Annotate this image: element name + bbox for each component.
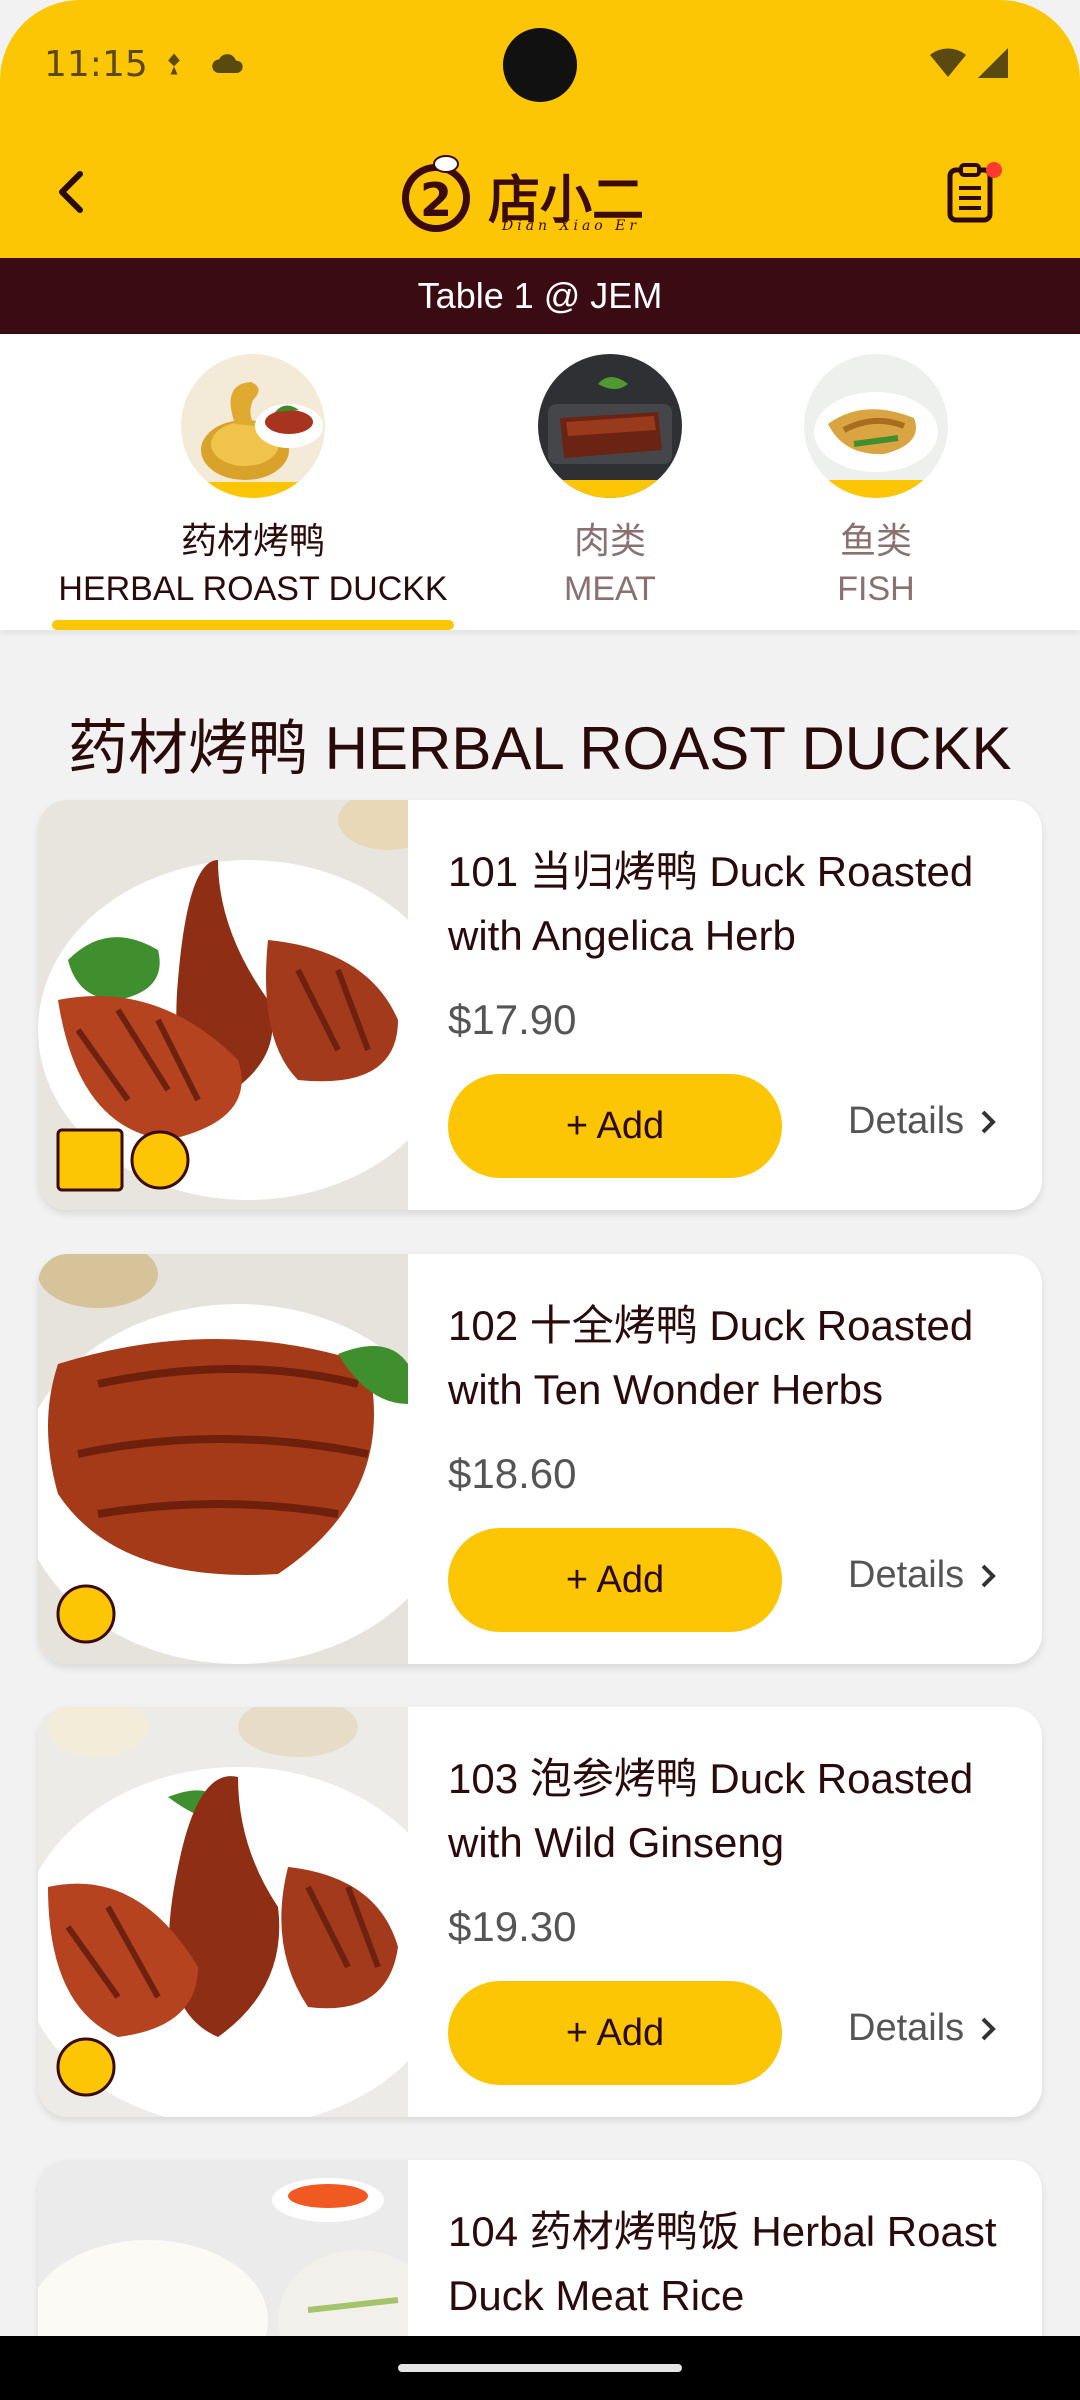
order-badge-dot <box>986 162 1002 178</box>
active-tab-indicator <box>52 620 454 630</box>
add-button[interactable]: + Add <box>448 1981 782 2085</box>
item-title: 101 当归烤鸭 Duck Roasted with Angelica Herb <box>448 848 974 959</box>
tab-herbal-roast-duck[interactable]: 药材烤鸭 HERBAL ROAST DUCKK <box>52 354 454 609</box>
dish-image <box>38 1707 408 2117</box>
signal-icon <box>978 48 1008 78</box>
menu-item-card[interactable]: 103 泡参烤鸭 Duck Roasted with Wild Ginseng … <box>38 1707 1042 2117</box>
cloud-icon <box>212 54 243 73</box>
logo-pinyin: Dian Xiao Er <box>502 218 641 234</box>
svg-text:2: 2 <box>420 173 452 227</box>
details-label: Details <box>848 1100 965 1142</box>
tab-label-en: HERBAL ROAST DUCKK <box>58 570 448 608</box>
tab-meat[interactable]: 肉类 MEAT <box>510 354 710 609</box>
item-price: $18.60 <box>448 1450 577 1497</box>
app-header: 11:15 2 店小二 Dian Xiao Er <box>0 0 1080 258</box>
status-time: 11:15 <box>44 44 148 85</box>
tab-label-cn: 肉类 <box>573 521 646 562</box>
category-image <box>538 354 682 498</box>
details-link[interactable]: Details <box>848 1554 998 1597</box>
item-title: 103 泡参烤鸭 Duck Roasted with Wild Ginseng <box>448 1755 974 1866</box>
chevron-right-icon <box>981 1564 996 1587</box>
item-title: 104 药材烤鸭饭 Herbal Roast Duck Meat Rice <box>448 2208 997 2319</box>
logo-mark-icon: 2 <box>402 155 470 232</box>
wifi-icon <box>930 48 966 77</box>
system-icons <box>928 46 1010 80</box>
tab-label-cn: 鱼类 <box>839 521 912 562</box>
item-title: 102 十全烤鸭 Duck Roasted with Ten Wonder He… <box>448 1302 974 1413</box>
chevron-right-icon <box>981 2017 996 2040</box>
tab-label-en: FISH <box>837 570 915 608</box>
category-tabs: 药材烤鸭 HERBAL ROAST DUCKK 肉类 MEAT 鱼类 FISH <box>0 334 1080 630</box>
brand-logo: 2 店小二 Dian Xiao Er <box>398 152 648 242</box>
dish-image <box>38 1254 408 1664</box>
details-label: Details <box>848 1554 965 1596</box>
table-label: Table 1 @ JEM <box>0 258 1080 334</box>
dish-image <box>38 800 408 1210</box>
tab-fish[interactable]: 鱼类 FISH <box>776 354 976 609</box>
add-button[interactable]: + Add <box>448 1074 782 1178</box>
back-icon[interactable] <box>44 164 100 220</box>
details-link[interactable]: Details <box>848 2007 998 2050</box>
menu-item-card[interactable]: 101 当归烤鸭 Duck Roasted with Angelica Herb… <box>38 800 1042 1210</box>
chevron-right-icon <box>981 1110 996 1133</box>
details-label: Details <box>848 2007 965 2049</box>
tab-label-cn: 药材烤鸭 <box>180 521 325 562</box>
menu-item-card[interactable]: 102 十全烤鸭 Duck Roasted with Ten Wonder He… <box>38 1254 1042 1664</box>
add-button[interactable]: + Add <box>448 1528 782 1632</box>
section-title: 药材烤鸭 HERBAL ROAST DUCKK <box>68 715 1012 782</box>
camera-cutout <box>503 28 577 102</box>
category-image <box>804 354 948 498</box>
item-price: $19.30 <box>448 1903 577 1950</box>
home-indicator[interactable] <box>398 2364 682 2372</box>
tab-label-en: MEAT <box>564 570 656 608</box>
details-link[interactable]: Details <box>848 1100 998 1143</box>
item-price: $17.90 <box>448 996 577 1043</box>
notification-icon <box>168 53 180 75</box>
category-image <box>181 354 325 498</box>
